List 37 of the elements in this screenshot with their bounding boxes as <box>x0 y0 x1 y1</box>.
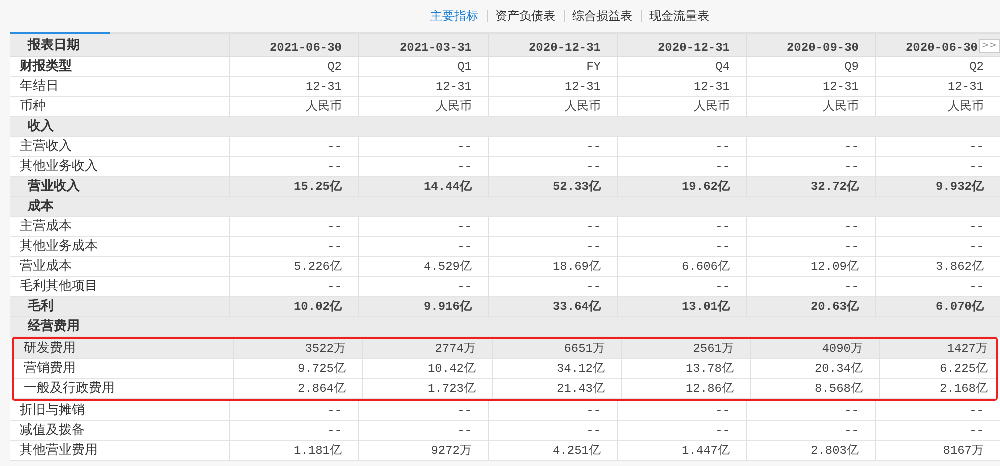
table-cell: 2.168亿 <box>879 379 1000 399</box>
tab[interactable]: 综合损益表 <box>572 7 632 25</box>
tab[interactable]: 现金流量表 <box>650 7 710 25</box>
table-cell: 4.251亿 <box>488 441 617 461</box>
tab[interactable]: 主要指标 <box>430 7 478 25</box>
table-cell: 2.803亿 <box>746 441 875 461</box>
row-label: 营业收入 <box>27 178 81 196</box>
table-cell: 9272万 <box>358 441 488 461</box>
row-label: 其他业务收入 <box>19 158 99 176</box>
row-label: 一般及行政费用 <box>23 380 116 398</box>
table-cell: 1.181亿 <box>229 441 358 461</box>
tab[interactable]: 资产负债表 <box>496 7 556 25</box>
row-label: 财报类型 <box>19 58 73 76</box>
row-label: 毛利 <box>27 298 55 316</box>
table-cell: 8167万 <box>875 441 1000 461</box>
row-label: 主营收入 <box>19 138 73 156</box>
table-cell: 21.43亿 <box>492 379 621 399</box>
table-cell: 2.864亿 <box>233 379 362 399</box>
column-header: 报表日期 <box>26 37 81 55</box>
row-label: 营销费用 <box>23 360 77 378</box>
table-cell: 8.568亿 <box>750 379 879 399</box>
table-cell: 1.447亿 <box>617 441 746 461</box>
row-label: 收入 <box>27 118 55 136</box>
row-label: 减值及拨备 <box>19 422 86 440</box>
row-label: 毛利其他项目 <box>19 278 99 296</box>
row-label: 经营费用 <box>26 318 81 336</box>
row-label: 其他营业费用 <box>19 442 99 460</box>
row-label: 主营成本 <box>19 218 73 236</box>
row-label: 年结日 <box>19 78 60 96</box>
table-cell: 1.723亿 <box>362 379 492 399</box>
table-cell: 12.86亿 <box>621 379 750 399</box>
row-label: 研发费用 <box>23 340 77 358</box>
row-label: 折旧与摊销 <box>19 402 86 420</box>
row-label: 成本 <box>26 198 55 216</box>
row-label: 币种 <box>19 98 47 116</box>
row-label: 营业成本 <box>19 258 73 276</box>
row-label: 其他业务成本 <box>19 238 99 256</box>
